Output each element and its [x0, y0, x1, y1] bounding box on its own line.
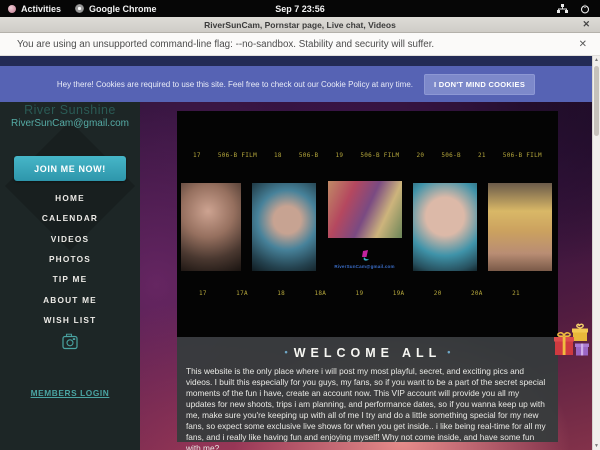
- main-content: 17 506-B FILM 18 506-B 19 506-B FILM 20 …: [177, 111, 558, 442]
- film-marking: 506-B FILM: [503, 152, 542, 159]
- join-now-button[interactable]: JOIN ME NOW!: [14, 156, 126, 181]
- window-title: RiverSunCam, Pornstar page, Live chat, V…: [204, 20, 396, 30]
- film-marking: 21: [512, 290, 520, 297]
- film-markings-bottom: 17 17A 18 18A 19 19A 20 20A 21: [199, 290, 520, 297]
- cookie-message: Hey there! Cookies are required to use t…: [57, 80, 413, 89]
- sidebar-item-calendar[interactable]: CALENDAR: [0, 208, 140, 228]
- filmstrip-gallery: 17 506-B FILM 18 506-B 19 506-B FILM 20 …: [177, 111, 558, 337]
- welcome-heading-text: WELCOME ALL: [294, 346, 442, 360]
- film-marking: 20: [416, 152, 424, 159]
- gift-boxes-icon: [552, 322, 594, 366]
- welcome-heading: •WELCOME ALL•: [186, 346, 549, 360]
- system-bar-left: Activities Google Chrome: [0, 4, 157, 14]
- warning-infobar: You are using an unsupported command-lin…: [0, 33, 600, 56]
- heading-dot-right: •: [441, 347, 456, 357]
- film-marking: 17: [193, 152, 201, 159]
- chrome-app-label: Google Chrome: [89, 4, 157, 14]
- sidebar-menu: HOME CALENDAR VIDEOS PHOTOS TIP ME ABOUT…: [0, 188, 140, 330]
- film-marking: 18: [277, 290, 285, 297]
- scrollbar-thumb[interactable]: [594, 66, 599, 136]
- site-email-link[interactable]: RiverSunCam@gmail.com: [0, 118, 140, 129]
- network-icon[interactable]: [557, 4, 568, 14]
- power-icon[interactable]: [580, 4, 590, 14]
- activities-button[interactable]: Activities: [8, 4, 61, 14]
- film-marking: 19: [356, 290, 364, 297]
- welcome-section: •WELCOME ALL• This website is the only p…: [177, 337, 558, 442]
- sidebar-item-home[interactable]: HOME: [0, 188, 140, 208]
- vertical-scrollbar[interactable]: ▲ ▼: [592, 56, 600, 450]
- sidebar-item-videos[interactable]: VIDEOS: [0, 229, 140, 249]
- watermark-logo-icon: [357, 250, 373, 263]
- thumbnail-photo-2[interactable]: [252, 183, 316, 271]
- window-title-bar: RiverSunCam, Pornstar page, Live chat, V…: [0, 17, 600, 33]
- sidebar-item-photos[interactable]: PHOTOS: [0, 249, 140, 269]
- film-marking: 18A: [314, 290, 326, 297]
- film-markings-top: 17 506-B FILM 18 506-B 19 506-B FILM 20 …: [193, 152, 542, 159]
- members-login-link[interactable]: MEMBERS LOGIN: [0, 388, 140, 398]
- desktop: Activities Google Chrome Sep 7 23:56 Riv…: [0, 0, 600, 450]
- window-close-button[interactable]: ✕: [582, 19, 590, 30]
- activities-icon: [8, 5, 16, 13]
- film-marking: 506-B FILM: [218, 152, 257, 159]
- thumbnail-photo-3[interactable]: [328, 181, 402, 238]
- gifts-widget[interactable]: [552, 322, 594, 366]
- film-marking: 17A: [236, 290, 248, 297]
- warning-close-button[interactable]: ✕: [579, 39, 587, 50]
- sidebar-item-wish-list[interactable]: WISH LIST: [0, 310, 140, 330]
- cookie-notice-bar: Hey there! Cookies are required to use t…: [0, 66, 592, 102]
- scrollbar-down-arrow[interactable]: ▼: [593, 443, 600, 449]
- film-marking: 20A: [471, 290, 483, 297]
- sidebar: River Sunshine RiverSunCam@gmail.com JOI…: [0, 102, 140, 450]
- watermark-text: RiverSunCam@gmail.com: [334, 264, 394, 269]
- film-marking: 19: [335, 152, 343, 159]
- chrome-app-menu[interactable]: Google Chrome: [75, 4, 157, 14]
- sidebar-item-tip-me[interactable]: TIP ME: [0, 269, 140, 289]
- page-top-strip: [0, 56, 592, 66]
- film-marking: 19A: [393, 290, 405, 297]
- cookie-accept-button[interactable]: I DON'T MIND COOKIES: [424, 74, 535, 95]
- welcome-paragraph: This website is the only place where i w…: [186, 366, 549, 450]
- system-top-bar: Activities Google Chrome Sep 7 23:56: [0, 0, 600, 17]
- film-marking: 506-B FILM: [360, 152, 399, 159]
- thumbnail-photo-5[interactable]: [488, 183, 552, 271]
- camera-icon: [61, 333, 79, 351]
- instagram-camera-link[interactable]: [0, 333, 140, 351]
- chrome-icon: [75, 4, 84, 13]
- sidebar-item-about-me[interactable]: ABOUT ME: [0, 289, 140, 309]
- thumbnail-photo-1[interactable]: [181, 183, 241, 271]
- film-marking: 18: [274, 152, 282, 159]
- film-marking: 17: [199, 290, 207, 297]
- thumbnail-center-group: RiverSunCam@gmail.com: [328, 181, 402, 269]
- film-marking: 20: [434, 290, 442, 297]
- thumbnail-photo-4[interactable]: [413, 183, 477, 271]
- browser-viewport: Hey there! Cookies are required to use t…: [0, 56, 600, 450]
- scrollbar-up-arrow[interactable]: ▲: [593, 57, 600, 63]
- thumbnail-row: RiverSunCam@gmail.com: [181, 183, 552, 271]
- system-bar-right: [557, 4, 600, 14]
- film-marking: 21: [478, 152, 486, 159]
- warning-message: You are using an unsupported command-lin…: [17, 39, 434, 50]
- site-name: River Sunshine: [0, 103, 140, 117]
- activities-label: Activities: [21, 4, 61, 14]
- film-marking: 506-B: [441, 152, 461, 159]
- film-marking: 506-B: [299, 152, 319, 159]
- heading-dot-left: •: [279, 347, 294, 357]
